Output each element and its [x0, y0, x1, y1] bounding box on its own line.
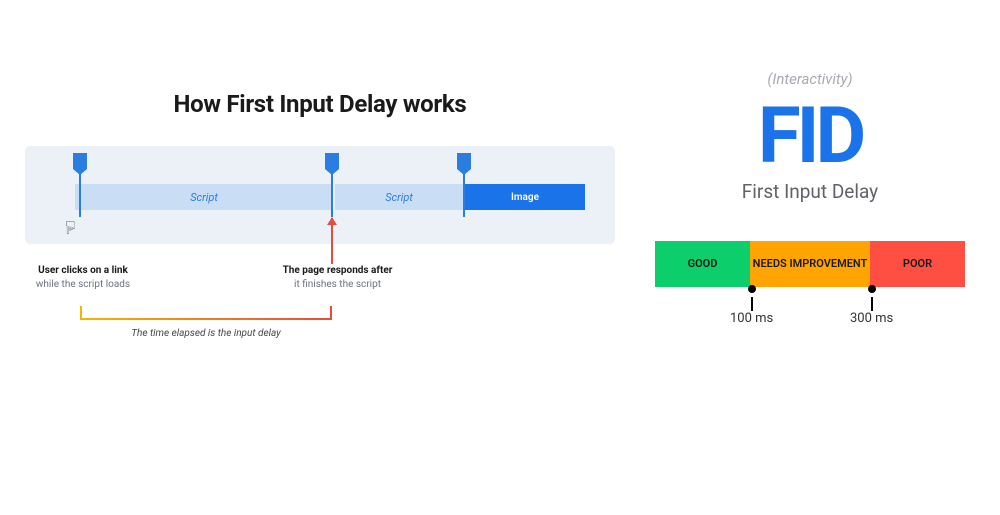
timeline-box: Script Script Image ☟ User clicks on a l…	[25, 146, 615, 244]
tick-low: 100 ms	[730, 287, 773, 326]
fid-metric-panel: (Interactivity) FID First Input Delay GO…	[645, 70, 975, 327]
threshold-scale: GOOD NEEDS IMPROVEMENT POOR	[655, 241, 965, 287]
annotation-page-response-bold: The page responds after	[265, 264, 410, 278]
pointer-cursor-icon: ☟	[65, 218, 76, 239]
segment-image: Image	[465, 184, 585, 210]
annotation-page-response: The page responds after it finishes the …	[265, 264, 410, 291]
annotation-user-click-sub: while the script loads	[36, 279, 130, 290]
annotation-user-click-bold: User clicks on a link	[13, 264, 153, 278]
threshold-ticks: 100 ms 300 ms	[655, 287, 965, 327]
segment-script-1: Script	[75, 184, 335, 210]
response-arrow-icon	[331, 218, 333, 264]
metric-full-name: First Input Delay	[645, 180, 975, 203]
annotation-page-response-sub: it finishes the script	[294, 279, 381, 290]
tick-high: 300 ms	[850, 287, 893, 326]
fid-how-it-works-panel: How First Input Delay works Script Scrip…	[25, 90, 615, 244]
timeline-track: Script Script Image	[75, 184, 585, 210]
scale-needs: NEEDS IMPROVEMENT	[750, 241, 870, 287]
elapsed-bracket	[80, 306, 332, 320]
metric-abbrev: FID	[645, 98, 975, 176]
tick-low-label: 100 ms	[730, 311, 773, 326]
tick-high-label: 300 ms	[850, 311, 893, 326]
elapsed-caption: The time elapsed is the input delay	[80, 328, 332, 339]
left-title: How First Input Delay works	[25, 90, 615, 118]
scale-poor: POOR	[870, 241, 965, 287]
metric-category: (Interactivity)	[645, 70, 975, 88]
annotation-user-click: User clicks on a link while the script l…	[13, 264, 153, 291]
scale-good: GOOD	[655, 241, 750, 287]
segment-script-2: Script	[335, 184, 465, 210]
